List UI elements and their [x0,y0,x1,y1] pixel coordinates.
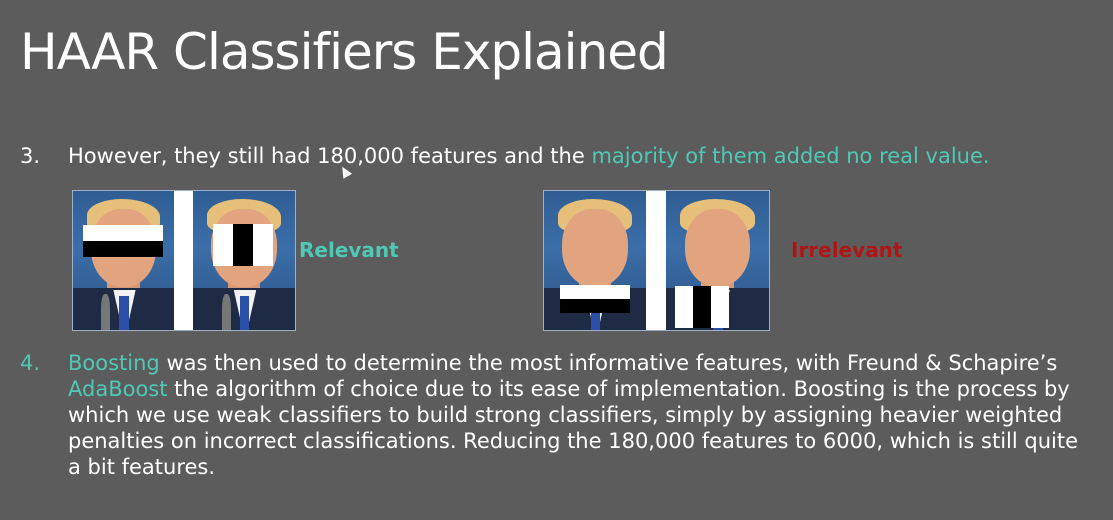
item4-text-b: the algorithm of choice due to its ease … [68,377,1078,479]
haar-feature-black-band [233,224,253,266]
haar-feature-white-band [213,224,233,266]
face-photo [544,191,646,330]
haar-feature-white-band [560,285,630,299]
haar-feature-white-band [83,225,163,241]
face-photo [73,191,174,330]
haar-feature-white-band [675,286,693,328]
haar-feature-black-band [83,241,163,257]
irrelevant-feature-image [543,190,770,331]
irrelevant-label: Irrelevant [791,238,903,262]
haar-feature-black-band [693,286,711,328]
haar-feature-black-band [560,299,630,313]
list-number: 4. [20,351,41,375]
item4-text-a: was then used to determine the most info… [159,351,1058,375]
face-photo [193,191,295,330]
relevant-label: Relevant [299,238,399,262]
haar-feature-white-band [253,224,273,266]
face-photo [666,191,769,330]
haar-feature-white-band [711,286,729,328]
list-item-text: However, they still had 180,000 features… [68,143,990,169]
list-item-text: Boosting was then used to determine the … [68,350,1083,480]
slide-title: HAAR Classifiers Explained [20,23,669,81]
item3-highlight: majority of them added no real value. [591,144,990,168]
relevant-feature-image [72,190,296,331]
list-number: 3. [20,144,41,168]
item3-text: However, they still had 180,000 features… [68,144,592,168]
term-boosting: Boosting [68,351,160,375]
term-adaboost: AdaBoost [68,377,168,401]
